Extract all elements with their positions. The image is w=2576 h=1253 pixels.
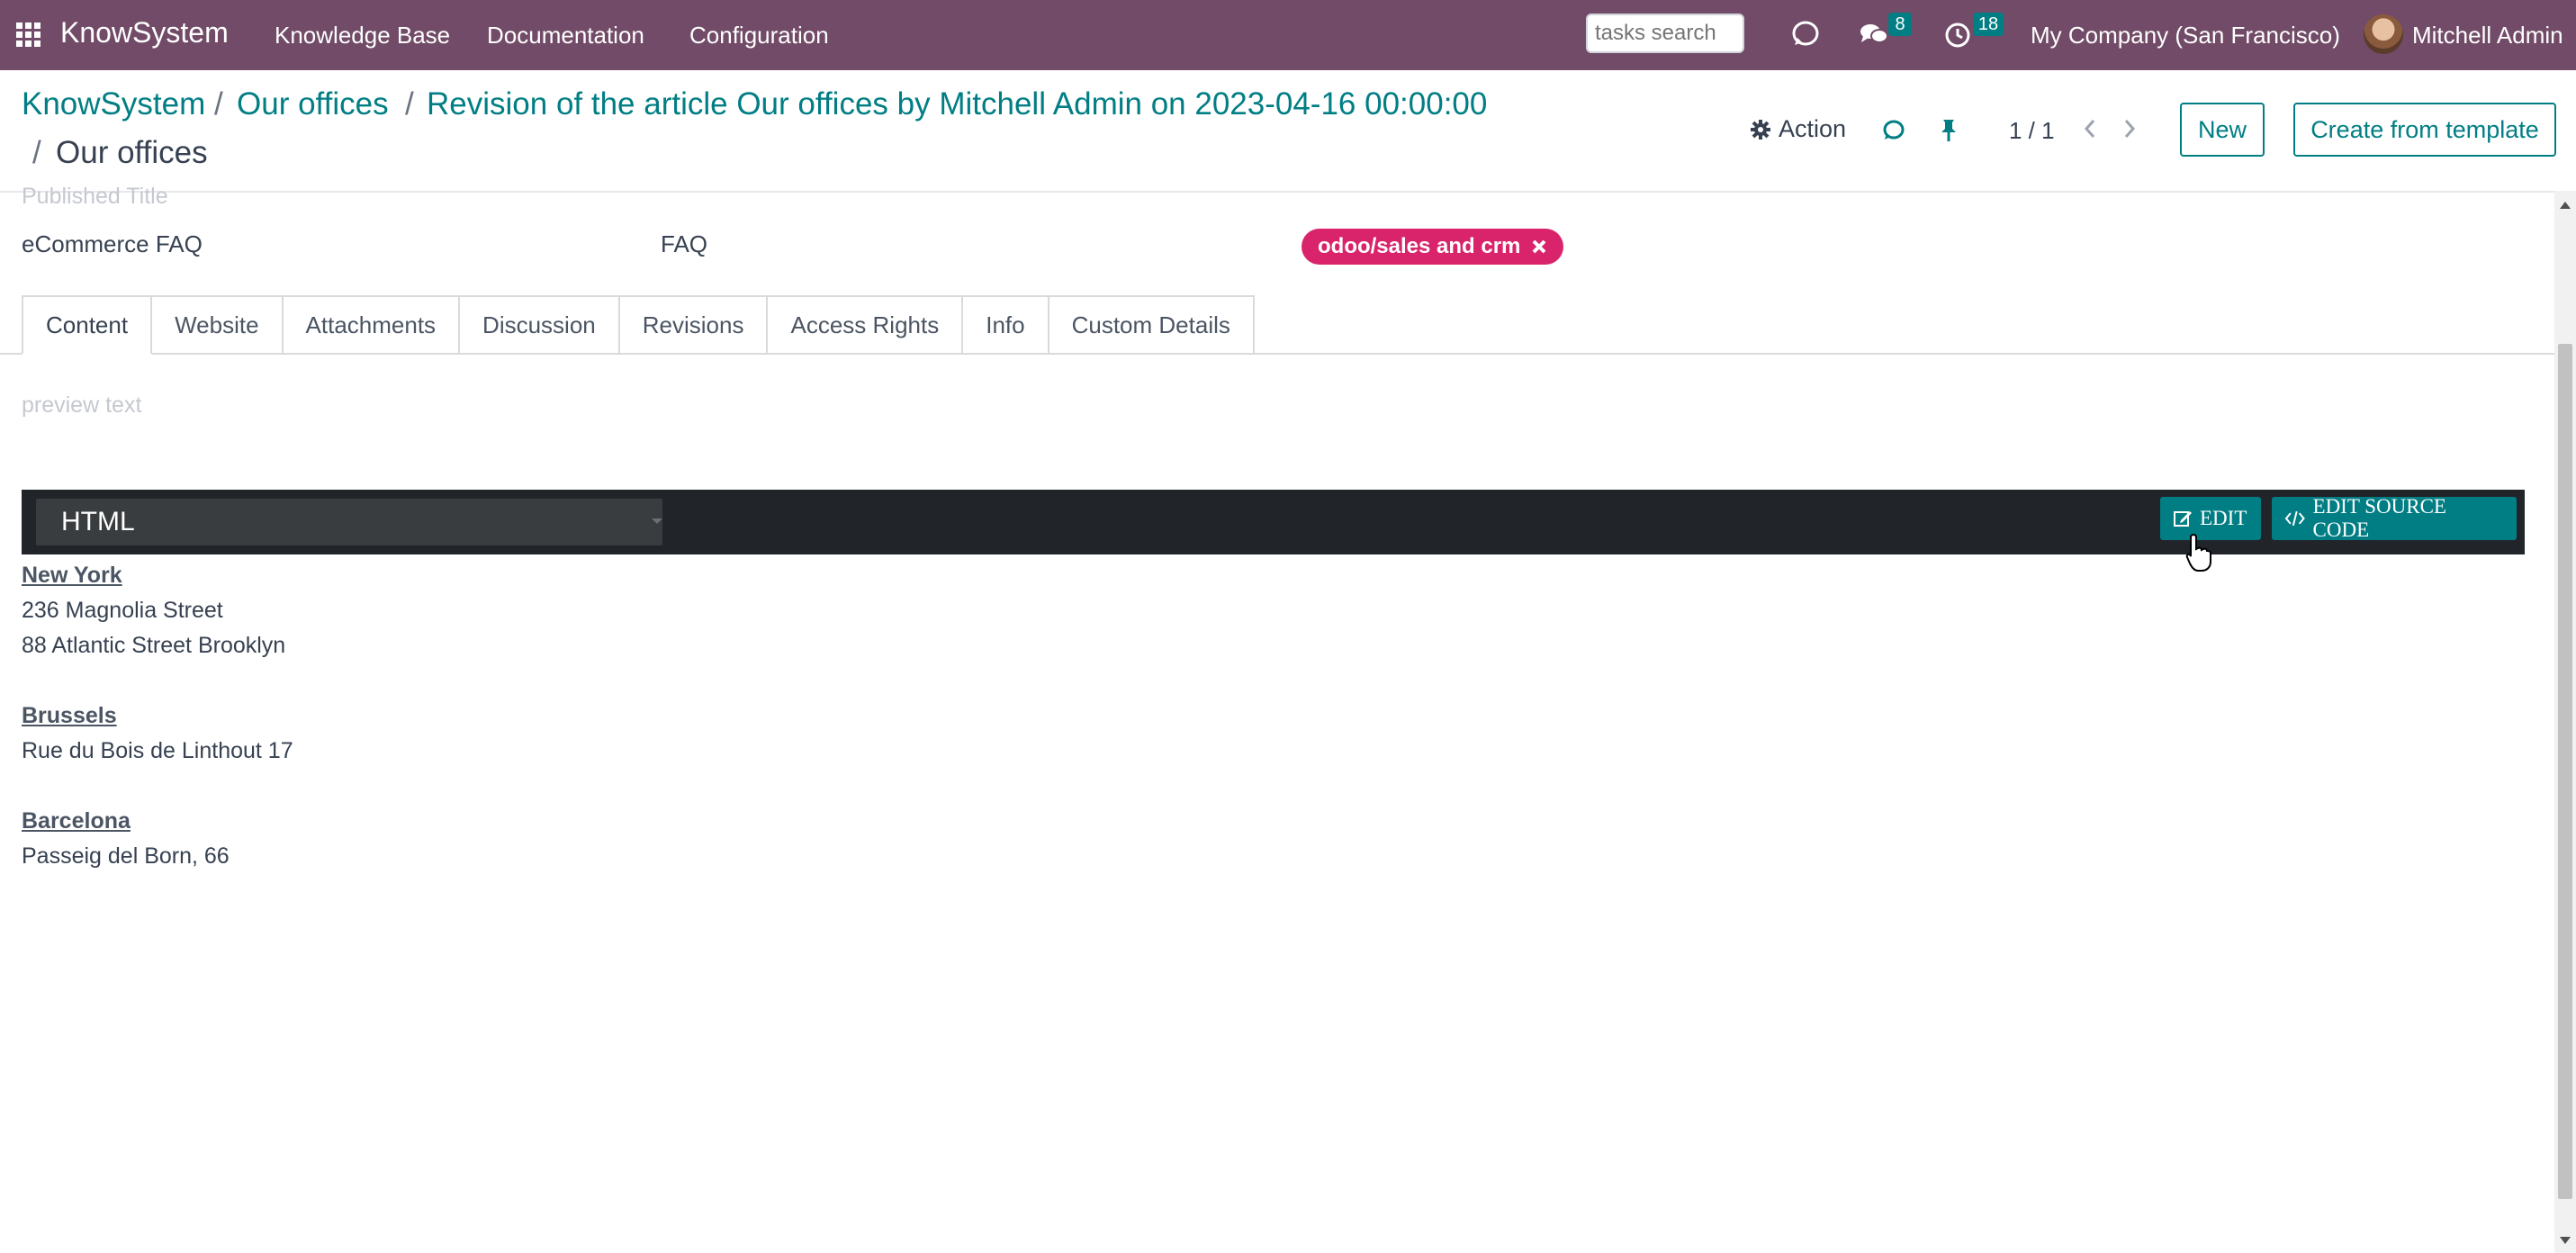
language-select[interactable]: HTML — [36, 499, 662, 545]
office-address-line: Rue du Bois de Linthout 17 — [22, 738, 293, 763]
code-icon — [2284, 510, 2305, 527]
activities-count-badge: 18 — [1973, 13, 2004, 36]
notebook-tabs: Content Website Attachments Discussion R… — [22, 295, 1255, 355]
preview-text-placeholder[interactable]: preview text — [22, 392, 141, 419]
breadcrumb-separator: / — [214, 86, 223, 122]
scroll-thumb[interactable] — [2558, 344, 2572, 1199]
office-address-line: 236 Magnolia Street — [22, 598, 223, 623]
tasks-search-input[interactable] — [1586, 14, 1744, 53]
office-address-line: Passeig del Born, 66 — [22, 843, 230, 869]
company-switcher[interactable]: My Company (San Francisco) — [2031, 22, 2340, 50]
category-field[interactable]: eCommerce FAQ — [22, 230, 203, 258]
messages-count-badge: 8 — [1888, 13, 1912, 36]
tab-content[interactable]: Content — [22, 295, 153, 355]
breadcrumb-separator: / — [32, 135, 41, 170]
new-button[interactable]: New — [2180, 103, 2265, 157]
breadcrumb-separator: / — [405, 86, 414, 122]
scroll-down-arrow-icon[interactable] — [2560, 1237, 2571, 1244]
hand-pointer-cursor-icon — [2185, 533, 2211, 572]
breadcrumb-current: Our offices — [56, 135, 208, 170]
tab-access-rights[interactable]: Access Rights — [768, 295, 964, 355]
app-brand[interactable]: KnowSystem — [60, 16, 229, 50]
chevron-right-icon[interactable] — [2119, 115, 2140, 142]
office-city: New York — [22, 563, 122, 588]
messages-icon[interactable] — [1858, 18, 1890, 50]
action-label: Action — [1779, 115, 1847, 142]
breadcrumb-our-offices[interactable]: Our offices — [237, 86, 389, 122]
create-from-template-button[interactable]: Create from template — [2293, 103, 2556, 157]
section-field[interactable]: FAQ — [661, 230, 707, 258]
published-title-label: Published Title — [22, 184, 168, 209]
user-avatar[interactable] — [2364, 14, 2403, 54]
office-barcelona: Barcelona Passeig del Born, 66 — [22, 804, 293, 874]
breadcrumb-revision[interactable]: Revision of the article Our offices by M… — [427, 86, 1487, 122]
edit-pencil-icon — [2174, 511, 2192, 527]
office-new-york: New York 236 Magnolia Street 88 Atlantic… — [22, 558, 293, 663]
edit-source-code-button[interactable]: EDIT SOURCE CODE — [2272, 495, 2517, 541]
caret-down-icon — [652, 518, 662, 524]
control-panel: KnowSystem / Our offices / Revision of t… — [0, 70, 2576, 193]
breadcrumb-knowsystem[interactable]: KnowSystem — [22, 86, 205, 122]
close-icon[interactable] — [1531, 239, 1547, 255]
apps-grid-icon[interactable] — [16, 23, 41, 47]
tab-website[interactable]: Website — [152, 295, 284, 355]
user-menu[interactable]: Mitchell Admin — [2412, 22, 2563, 50]
activities-clock-icon[interactable] — [1942, 18, 1975, 50]
page-scrollbar[interactable] — [2554, 191, 2576, 1253]
tab-revisions[interactable]: Revisions — [619, 295, 769, 355]
office-address-line: 88 Atlantic Street Brooklyn — [22, 633, 286, 658]
menu-configuration[interactable]: Configuration — [689, 22, 829, 50]
office-city: Brussels — [22, 703, 117, 728]
html-editor-toolbar: HTML EDIT EDIT SOURCE CODE — [22, 490, 2525, 554]
scroll-up-arrow-icon[interactable] — [2560, 202, 2571, 209]
refresh-loop-icon[interactable] — [1789, 18, 1822, 50]
tag-label: odoo/sales and crm — [1318, 234, 1521, 258]
top-navbar: KnowSystem Knowledge Base Documentation … — [0, 0, 2576, 70]
pin-icon[interactable] — [1935, 117, 1962, 144]
office-brussels: Brussels Rue du Bois de Linthout 17 — [22, 699, 293, 769]
tab-attachments[interactable]: Attachments — [283, 295, 461, 355]
tab-custom-details[interactable]: Custom Details — [1049, 295, 1255, 355]
action-menu-button[interactable]: Action — [1750, 115, 1846, 143]
office-city: Barcelona — [22, 808, 131, 834]
gear-icon — [1751, 119, 1770, 140]
menu-knowledge-base[interactable]: Knowledge Base — [275, 22, 450, 50]
tab-info[interactable]: Info — [963, 295, 1049, 355]
chevron-left-icon[interactable] — [2079, 115, 2101, 142]
article-content: New York 236 Magnolia Street 88 Atlantic… — [22, 558, 293, 909]
menu-documentation[interactable]: Documentation — [487, 22, 644, 50]
edit-source-label: EDIT SOURCE CODE — [2312, 495, 2446, 541]
tab-discussion[interactable]: Discussion — [460, 295, 620, 355]
tag-badge[interactable]: odoo/sales and crm — [1302, 229, 1564, 265]
edit-label: EDIT — [2200, 507, 2247, 529]
pager-value[interactable]: 1 / 1 — [2009, 117, 2055, 145]
follow-loop-icon[interactable] — [1879, 117, 1906, 144]
